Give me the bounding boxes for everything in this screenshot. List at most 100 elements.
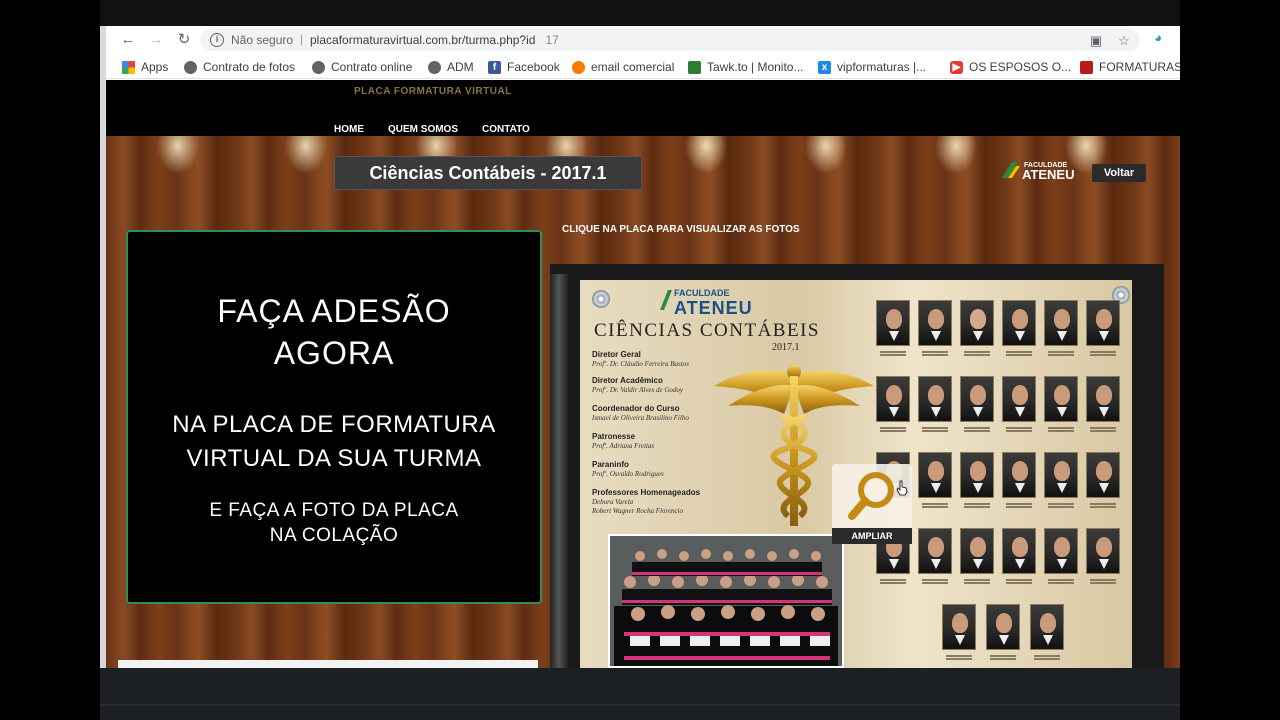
portrait-caption	[1086, 350, 1120, 356]
graduate-portrait[interactable]	[1086, 300, 1120, 346]
role-name: Robert Wagner Rocha Florencio	[592, 507, 684, 515]
bookmark-contrato-fotos[interactable]: Contrato de fotos	[184, 59, 295, 75]
bookmark-formaturas[interactable]: FORMATURAS	[1080, 59, 1180, 75]
address-bar[interactable]: i Não seguro | placaformaturavirtual.com…	[200, 29, 1140, 51]
graduate-portrait[interactable]	[1086, 452, 1120, 498]
portrait-caption	[960, 578, 994, 584]
portrait-caption	[1086, 426, 1120, 432]
portrait-caption	[1002, 578, 1036, 584]
graduate-portrait[interactable]	[942, 604, 976, 650]
apps-grid-icon	[122, 60, 135, 74]
portrait-caption	[1002, 426, 1036, 432]
graduate-portraits	[876, 300, 1132, 670]
bookmark-apps[interactable]: Apps	[122, 59, 168, 75]
graduate-portrait[interactable]	[1030, 604, 1064, 650]
extension-icon[interactable]: ◕	[1150, 30, 1166, 46]
promo-banner[interactable]: FAÇA ADESÃO AGORA NA PLACA DE FORMATURA …	[126, 230, 542, 604]
graduate-portrait[interactable]	[960, 300, 994, 346]
bookmark-tawk[interactable]: Tawk.to | Monito...	[688, 59, 804, 75]
graduate-portrait[interactable]	[918, 300, 952, 346]
role-label: Paraninfo	[592, 460, 629, 469]
ateneu-flag-icon	[660, 290, 672, 310]
promo-line: NA COLAÇÃO	[269, 525, 399, 546]
voltar-button[interactable]: Voltar	[1092, 164, 1146, 182]
bookmark-email-comercial[interactable]: email comercial	[572, 59, 674, 75]
bookmark-label: Contrato online	[331, 60, 413, 74]
bookmark-label: email comercial	[591, 60, 675, 74]
graduate-portrait[interactable]	[1044, 528, 1078, 574]
plaque-title: CIÊNCIAS CONTÁBEIS	[594, 320, 820, 341]
address-row: ← → ↻ i Não seguro | placaformaturavirtu…	[106, 26, 1180, 54]
bookmark-label: vipformaturas |...	[837, 60, 927, 74]
wood-background: Ciências Contábeis - 2017.1 FACULDADE AT…	[106, 136, 1180, 676]
graduate-portrait[interactable]	[1002, 528, 1036, 574]
menu-quem-somos[interactable]: QUEM SOMOS	[388, 124, 458, 135]
bookmark-label: OS ESPOSOS O...	[969, 60, 1072, 74]
graduate-portrait[interactable]	[1044, 300, 1078, 346]
bookmark-label: Apps	[141, 60, 169, 74]
plaque-logo-small: FACULDADE	[674, 288, 730, 298]
info-icon[interactable]: i	[210, 33, 224, 47]
portrait-caption	[876, 350, 910, 356]
graduate-portrait[interactable]	[1086, 376, 1120, 422]
taskbar	[100, 668, 1180, 720]
bookmark-label: Facebook	[507, 60, 560, 74]
promo-line: NA PLACA DE FORMATURA	[172, 411, 496, 438]
graduate-portrait[interactable]	[1002, 376, 1036, 422]
portrait-caption	[1086, 578, 1120, 584]
url-text[interactable]: placaformaturavirtual.com.br/turma.php?i…	[310, 33, 559, 47]
forward-arrow-icon[interactable]: →	[146, 30, 166, 50]
bookmark-facebook[interactable]: f Facebook	[488, 59, 560, 75]
portrait-caption	[1044, 426, 1078, 432]
bookmark-adm[interactable]: ADM	[428, 59, 474, 75]
group-photo-image	[610, 536, 842, 666]
graduate-portrait[interactable]	[960, 528, 994, 574]
menu-contato[interactable]: CONTATO	[482, 124, 530, 135]
promo-line: VIRTUAL DA SUA TURMA	[186, 445, 482, 472]
portrait-caption	[1044, 578, 1078, 584]
portrait-caption	[1086, 502, 1120, 508]
graduate-portrait[interactable]	[960, 452, 994, 498]
graduate-portrait[interactable]	[1044, 376, 1078, 422]
back-arrow-icon[interactable]: ←	[118, 30, 138, 50]
graduate-portrait[interactable]	[986, 604, 1020, 650]
bookmark-os-esposos[interactable]: ▶ OS ESPOSOS O...	[950, 59, 1071, 75]
bookmark-label: Contrato de fotos	[203, 60, 296, 74]
translate-icon[interactable]: ▣	[1088, 33, 1104, 49]
reload-icon[interactable]: ↻	[174, 30, 194, 50]
role-label: Diretor Geral	[592, 350, 641, 359]
graduate-portrait[interactable]	[918, 528, 952, 574]
promo-tagline: E FAÇA A FOTO DA PLACA NA COLAÇÃO	[128, 498, 540, 548]
plaque-logo-big: ATENEU	[674, 298, 753, 318]
disc-icon	[592, 290, 610, 308]
portrait-caption	[960, 502, 994, 508]
portrait-caption	[876, 578, 910, 584]
mail-icon	[572, 60, 585, 74]
graduate-portrait[interactable]	[876, 300, 910, 346]
graduate-portrait[interactable]	[1044, 452, 1078, 498]
bookmark-contrato-online[interactable]: Contrato online	[312, 59, 412, 75]
graduate-portrait[interactable]	[1002, 452, 1036, 498]
ampliar-label: AMPLIAR	[832, 528, 912, 544]
site-logo[interactable]: PLACA FORMATURA VIRTUAL	[354, 86, 512, 97]
graduate-portrait[interactable]	[918, 376, 952, 422]
plaque-rail	[550, 274, 568, 676]
portrait-caption	[918, 426, 952, 432]
instruction-text: CLIQUE NA PLACA PARA VISUALIZAR AS FOTOS	[562, 224, 800, 235]
graduate-portrait[interactable]	[1002, 300, 1036, 346]
class-group-photo[interactable]	[608, 534, 844, 668]
portrait-caption	[942, 654, 976, 660]
graduate-portrait[interactable]	[960, 376, 994, 422]
vip-icon: x	[818, 60, 831, 74]
bookmark-vipformaturas[interactable]: x vipformaturas |...	[818, 59, 926, 75]
menu-home[interactable]: HOME	[334, 124, 364, 135]
graduate-portrait[interactable]	[1086, 528, 1120, 574]
youtube-icon: ▶	[950, 60, 963, 74]
portrait-caption	[918, 578, 952, 584]
zoom-overlay[interactable]: AMPLIAR	[832, 464, 912, 544]
url-tail: 17	[545, 33, 559, 47]
star-icon[interactable]: ☆	[1116, 33, 1132, 49]
role-name: Profº. Dr. Valdir Alves de Godoy	[592, 386, 684, 394]
graduate-portrait[interactable]	[918, 452, 952, 498]
graduate-portrait[interactable]	[876, 376, 910, 422]
